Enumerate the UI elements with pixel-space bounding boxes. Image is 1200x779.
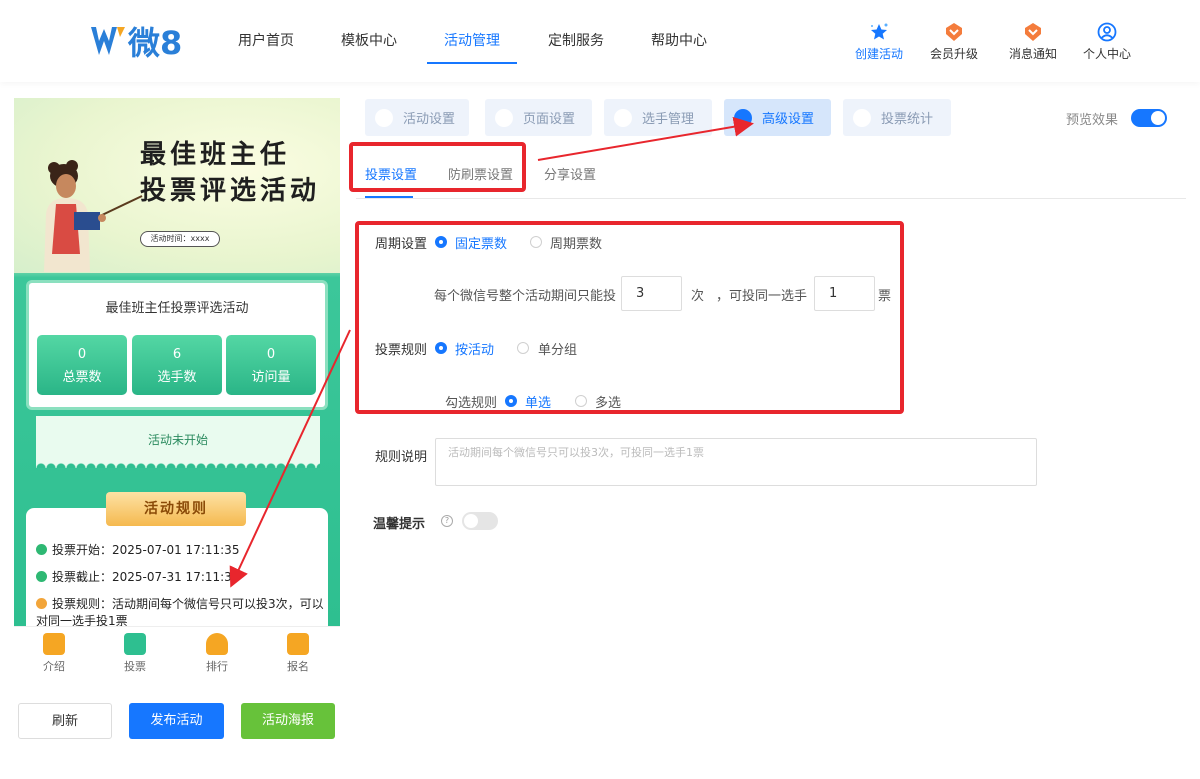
personal-center-label: 个人中心 [1082,47,1131,61]
clock-icon [36,571,47,582]
nav-home[interactable]: 用户首页 [238,30,294,50]
tab-advanced-settings[interactable]: 高级设置 [724,99,831,136]
tab-ranking-label: 排行 [206,660,228,673]
stat-total-votes-value: 0 [77,347,87,362]
rule-end: 投票截止：2025-07-31 17:11:35 [36,569,326,586]
personal-center-button[interactable]: 个人中心 [1075,22,1139,62]
star-icon [871,23,888,40]
tip-toggle[interactable] [462,512,498,530]
stat-visits-value: 0 [266,347,276,362]
help-icon[interactable]: ? [441,515,453,527]
stat-visits-label: 访问量 [251,370,291,385]
rule-end-text: 投票截止：2025-07-31 17:11:35 [52,570,240,584]
intro-icon [43,633,65,655]
notifications-label: 消息通知 [1008,47,1057,61]
tab-player-management[interactable]: 选手管理 [604,99,712,136]
bell-icon [1025,23,1041,41]
member-upgrade-label: 会员升级 [929,47,978,61]
logo-w-icon [91,27,125,55]
rule-voting: 投票规则：活动期间每个微信号只可以投3次，可以对同一选手投1票 [36,596,326,626]
mobile-preview: 最佳班主任 投票评选活动 活动时间：xxxx 最佳班主任投票评选活动 0 总票数… [14,98,340,626]
banner-title-line1: 最佳班主任 [140,140,291,170]
stat-players-label: 选手数 [157,370,197,385]
banner-title-line2: 投票评选活动 [140,176,321,206]
refresh-button[interactable]: 刷新 [18,703,112,739]
tab-activity-settings[interactable]: 活动设置 [365,99,469,136]
tab-activity-settings-label: 活动设置 [403,112,456,127]
preview-banner: 最佳班主任 投票评选活动 活动时间：xxxx [14,98,340,273]
notifications-button[interactable]: 消息通知 [1001,22,1065,62]
create-activity-label: 创建活动 [854,47,903,61]
stat-players: 6 选手数 [132,335,222,395]
rules-ribbon: 活动规则 [106,492,246,526]
publish-button[interactable]: 发布活动 [129,703,224,739]
stats-card: 最佳班主任投票评选活动 0 总票数 6 选手数 0 访问量 [26,280,328,410]
nav-templates[interactable]: 模板中心 [341,30,397,50]
preview-toggle[interactable] [1131,109,1167,127]
teacher-illustration [44,160,143,272]
stat-players-value: 6 [172,347,182,362]
preview-toggle-label: 预览效果 [1066,113,1119,128]
person-icon [614,109,632,127]
activity-status: 活动未开始 [36,416,320,464]
tab-advanced-settings-label: 高级设置 [762,112,815,127]
tab-share-settings[interactable]: 分享设置 [544,164,596,183]
annotation-box-inner-tabs [349,142,526,192]
nav-activity-management[interactable]: 活动管理 [444,30,500,50]
tab-player-management-label: 选手管理 [642,112,695,127]
page-icon [495,109,513,127]
logo-text: 微8 [128,24,183,62]
clock-icon [36,544,47,555]
rule-start-text: 投票开始：2025-07-01 17:11:35 [52,543,240,557]
brand-logo[interactable]: 微8 [90,20,182,62]
rule-desc-textarea[interactable]: 活动期间每个微信号只可以投3次，可投同一选手1票 [435,438,1037,486]
stat-visits: 0 访问量 [226,335,316,395]
toggle-knob [464,514,478,528]
annotation-box-vote-settings [355,221,904,414]
trophy-icon [206,633,228,655]
rule-voting-text: 投票规则：活动期间每个微信号只可以投3次，可以对同一选手投1票 [36,597,324,626]
tab-signup[interactable]: 报名 [268,633,328,674]
heart-icon [375,109,393,127]
sliders-icon [734,109,752,127]
tip-label: 温馨提示 [373,517,426,532]
tab-vote[interactable]: 投票 [105,633,165,674]
tab-ranking[interactable]: 排行 [187,633,247,674]
poster-button[interactable]: 活动海报 [241,703,335,739]
preview-tabbar: 介绍 投票 排行 报名 [14,626,340,678]
vote-icon [124,633,146,655]
tabs-divider [356,198,1186,199]
rule-desc-label: 规则说明 [375,450,428,465]
tab-intro[interactable]: 介绍 [24,633,84,674]
top-header: 微8 用户首页 模板中心 活动管理 定制服务 帮助中心 创建活动 会员升级 消息… [0,0,1200,82]
tab-signup-label: 报名 [287,660,309,673]
stat-total-votes: 0 总票数 [37,335,127,395]
toggle-knob [1151,111,1165,125]
stat-total-votes-label: 总票数 [62,370,102,385]
create-activity-button[interactable]: 创建活动 [847,22,911,62]
tab-vote-label: 投票 [124,660,146,673]
info-icon [36,598,47,609]
tab-page-settings[interactable]: 页面设置 [485,99,592,136]
nav-help[interactable]: 帮助中心 [651,30,707,50]
activity-time-badge: 活动时间：xxxx [140,231,220,247]
tab-page-settings-label: 页面设置 [523,112,576,127]
user-icon [1097,22,1117,42]
tab-intro-label: 介绍 [43,660,65,673]
signup-icon [287,633,309,655]
tab-vote-stats-label: 投票统计 [881,112,934,127]
rule-start: 投票开始：2025-07-01 17:11:35 [36,542,326,559]
nav-custom-service[interactable]: 定制服务 [548,30,604,50]
stats-card-title: 最佳班主任投票评选活动 [105,301,249,316]
member-upgrade-button[interactable]: 会员升级 [922,22,986,62]
scallop-edge [36,460,320,468]
badge-icon [946,23,962,41]
stats-icon [853,109,871,127]
tab-vote-stats[interactable]: 投票统计 [843,99,951,136]
nav-active-underline [427,62,517,64]
